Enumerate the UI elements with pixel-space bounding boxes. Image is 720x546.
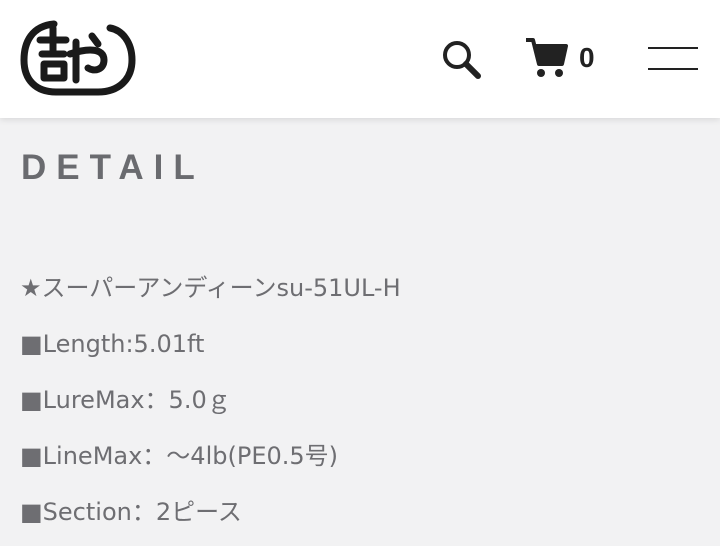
menu-bar-bottom: [648, 68, 698, 70]
list-item: ■Length:5.01ft: [20, 330, 205, 358]
section-title: DETAIL: [21, 148, 205, 187]
hamburger-menu-icon: [648, 47, 698, 49]
list-item: ■LureMax：5.0ｇ: [20, 386, 231, 414]
hamburger-menu-button[interactable]: [646, 44, 700, 74]
cart-icon: [526, 38, 568, 77]
search-icon: [443, 41, 481, 79]
site-header: 0: [0, 0, 720, 118]
search-button[interactable]: [440, 38, 482, 80]
list-item: ■LineMax：～4lb(PE0.5号): [20, 442, 339, 470]
cart-button[interactable]: 0: [524, 34, 614, 82]
cart-count-badge: 0: [579, 42, 595, 73]
detail-list: ★スーパーアンディーンsu-51UL-H ■Length:5.01ft ■Lur…: [20, 266, 401, 546]
yoshiya-logo-icon: [20, 20, 136, 96]
site-logo[interactable]: [18, 14, 140, 102]
list-item: ★スーパーアンディーンsu-51UL-H: [20, 274, 401, 302]
